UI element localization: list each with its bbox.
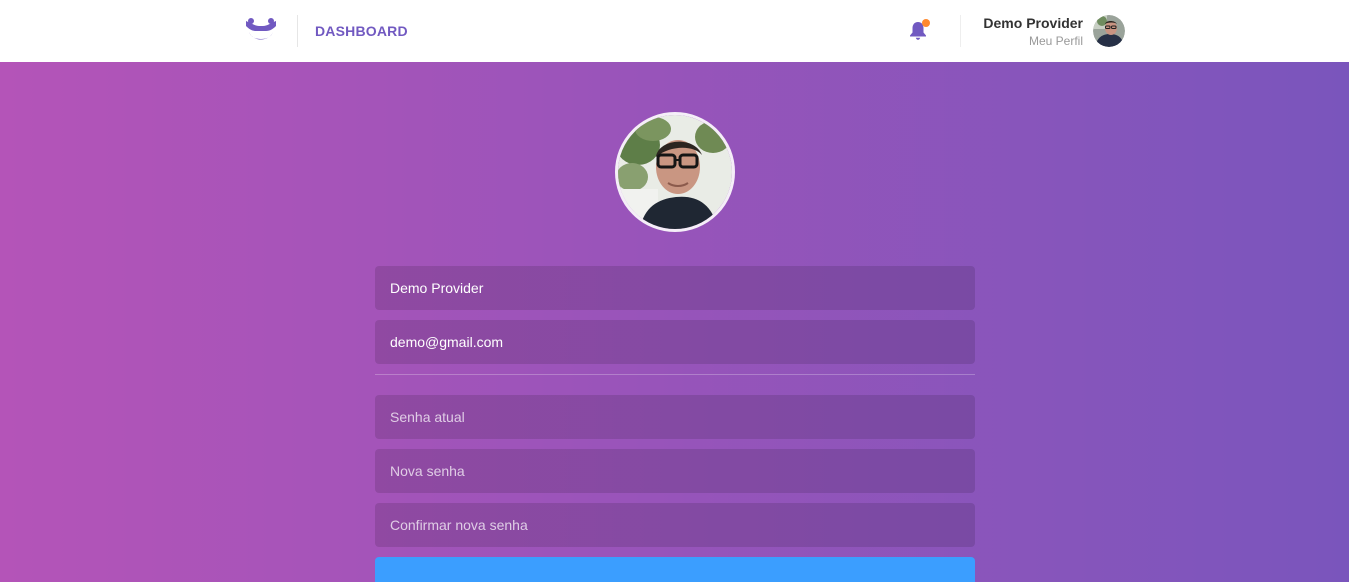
my-profile-link[interactable]: Meu Perfil [983,34,1083,48]
profile-name: Demo Provider [983,14,1083,31]
top-header: DASHBOARD Demo Provider Meu Perfil [0,0,1349,62]
form-divider [375,374,975,375]
current-password-input[interactable] [375,395,975,439]
header-profile: Demo Provider Meu Perfil [960,15,1125,48]
new-password-input[interactable] [375,449,975,493]
header-right: Demo Provider Meu Perfil [909,15,1125,48]
notifications-button[interactable] [909,19,931,41]
confirm-password-input[interactable] [375,503,975,547]
dashboard-link[interactable]: DASHBOARD [315,23,408,39]
profile-form [375,266,975,582]
unread-indicator [922,19,931,27]
header-divider [297,15,298,47]
avatar-upload[interactable] [615,112,735,232]
header-inner: DASHBOARD Demo Provider Meu Perfil [244,0,1125,62]
avatar [1093,15,1125,47]
email-input[interactable] [375,320,975,364]
name-input[interactable] [375,266,975,310]
profile-photo [618,115,732,229]
profile-text: Demo Provider Meu Perfil [983,15,1083,48]
profile-page [0,62,1349,582]
header-nav: DASHBOARD [244,15,408,47]
logo-icon [246,18,276,40]
submit-button[interactable] [375,557,975,582]
